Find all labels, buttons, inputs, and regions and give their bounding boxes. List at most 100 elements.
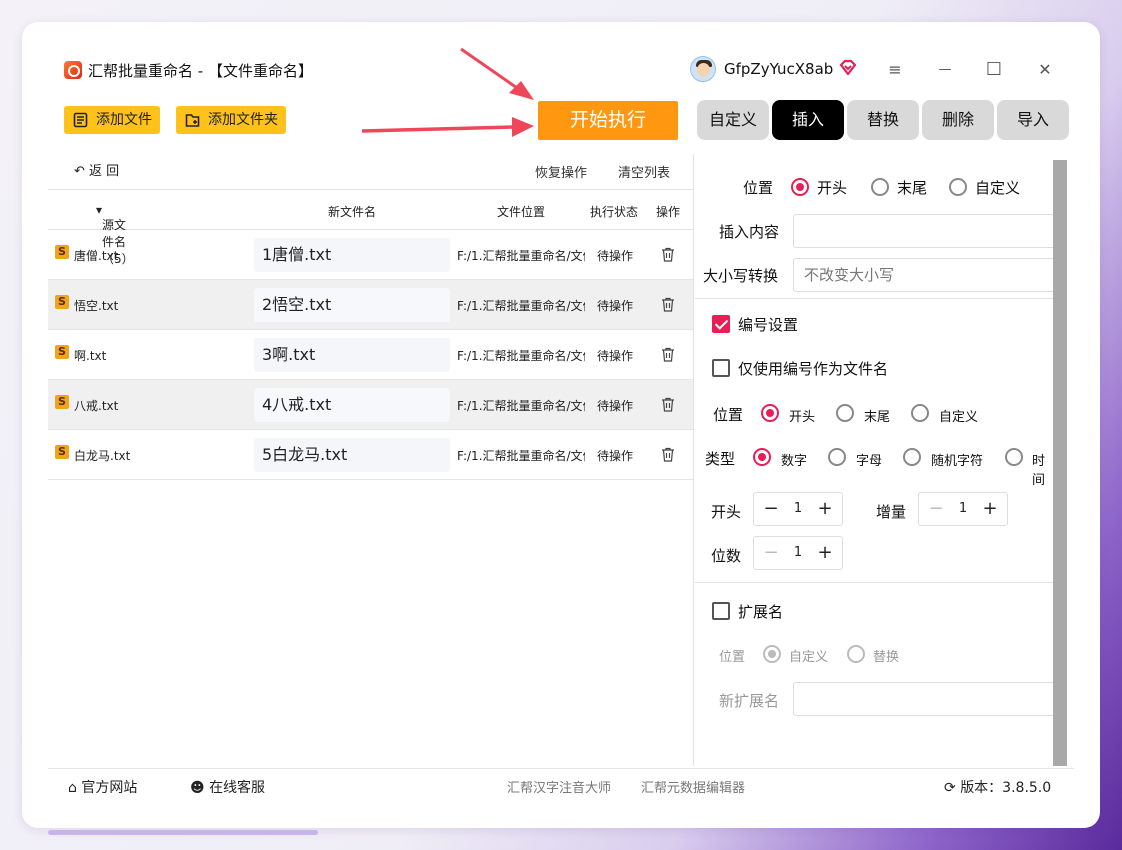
clear-list-button[interactable]: 清空列表 [618,162,670,181]
username[interactable]: GfpZyYucX8ab [724,60,833,78]
official-site-link[interactable]: ⌂ 官方网站 [68,777,137,797]
source-name: 白龙马.txt [74,449,131,463]
tab-insert[interactable]: 插入 [772,100,844,140]
trash-icon[interactable] [661,347,675,362]
type-time-label: 时间 [1032,454,1046,488]
increment-label: 增量 [876,503,907,521]
table-row[interactable]: S 唐僧.txt 1唐僧.txt F:/1.汇帮批量重命名/文件 待操作 [48,230,693,280]
new-ext-input[interactable] [793,682,1053,716]
section-divider [695,582,1053,583]
minus-icon[interactable]: − [759,497,783,521]
insert-pos-end-radio[interactable] [871,178,889,196]
table-row[interactable]: S 啊.txt 3啊.txt F:/1.汇帮批量重命名/文件 待操作 [48,330,693,380]
num-pos-custom-radio[interactable] [911,404,929,422]
insert-pos-start-label: 开头 [817,179,848,197]
avatar[interactable] [690,56,716,82]
insert-pos-end-label: 末尾 [897,179,928,197]
minus-icon[interactable]: − [759,541,783,565]
numbering-checkbox[interactable] [712,315,730,333]
start-button[interactable]: 开始执行 [538,101,678,140]
tool-metadata-link[interactable]: 汇帮元数据编辑器 [641,777,745,796]
back-button[interactable]: ↶ 返 回 [74,160,119,179]
type-label: 类型 [705,450,736,468]
titlebar: 汇帮批量重命名 - 【文件重命名】 GfpZyYucX8ab ≡ — ☐ ✕ [48,46,1074,96]
panel-scrollbar[interactable] [1053,160,1067,766]
source-name: 八戒.txt [74,399,119,413]
insert-pos-custom-radio[interactable] [949,178,967,196]
back-label: 返 回 [89,164,120,179]
table-row[interactable]: S 悟空.txt 2悟空.txt F:/1.汇帮批量重命名/文件 待操作 [48,280,693,330]
digits-label: 位数 [711,547,742,565]
extension-checkbox[interactable] [712,602,730,620]
text-file-icon: S [55,445,69,459]
type-random-label: 随机字符 [931,454,984,469]
plus-icon[interactable]: + [813,541,837,565]
type-time-radio[interactable] [1005,448,1023,466]
restore-button[interactable]: 恢复操作 [535,162,587,181]
type-letter-radio[interactable] [828,448,846,466]
new-name-field[interactable]: 5白龙马.txt [254,438,450,472]
number-only-checkbox[interactable] [712,359,730,377]
tab-replace[interactable]: 替换 [847,100,919,140]
insert-pos-start-radio[interactable] [791,178,809,196]
app-logo-icon [64,61,82,79]
plus-icon[interactable]: + [978,497,1002,521]
tool-pinyin-link[interactable]: 汇帮汉字注音大师 [507,777,611,796]
digits-stepper[interactable]: − 1 + [753,536,843,570]
insert-content-input[interactable] [793,214,1053,248]
minus-icon[interactable]: − [924,497,948,521]
num-pos-start-radio[interactable] [761,404,779,422]
type-random-radio[interactable] [903,448,921,466]
close-button[interactable]: ✕ [1030,56,1060,84]
trash-icon[interactable] [661,297,675,312]
maximize-button[interactable]: ☐ [979,56,1009,84]
status: 待操作 [597,399,634,413]
source-name: 啊.txt [74,349,107,363]
start-value[interactable]: 1 [784,501,812,516]
new-name-field[interactable]: 1唐僧.txt [254,238,450,272]
trash-icon[interactable] [661,247,675,262]
extension-label: 扩展名 [738,603,784,621]
tab-delete[interactable]: 删除 [922,100,994,140]
numbering-label: 编号设置 [738,316,799,334]
add-folder-button[interactable]: 添加文件夹 [176,106,286,134]
type-digit-label: 数字 [781,454,808,469]
insert-position-label: 位置 [743,179,774,197]
tab-import[interactable]: 导入 [997,100,1069,140]
ext-pos-custom-label: 自定义 [789,650,829,665]
increment-stepper[interactable]: − 1 + [918,492,1008,526]
start-label: 开头 [711,503,742,521]
ext-pos-replace-radio[interactable] [847,645,865,663]
start-stepper[interactable]: − 1 + [753,492,843,526]
digits-value[interactable]: 1 [784,545,812,560]
menu-icon[interactable]: ≡ [880,56,910,84]
add-file-button[interactable]: 添加文件 [64,106,160,134]
panel-divider [693,154,694,766]
case-select[interactable]: 不改变大小写 ⌄ [793,258,1053,292]
file-location: F:/1.汇帮批量重命名/文件 [457,249,585,263]
num-pos-end-radio[interactable] [836,404,854,422]
increment-value[interactable]: 1 [949,501,977,516]
ext-pos-custom-radio[interactable] [763,645,781,663]
file-location: F:/1.汇帮批量重命名/文件 [457,399,585,413]
text-file-icon: S [55,295,69,309]
col-source[interactable]: ▾ 源文件名（5） [96,203,134,266]
new-name-field[interactable]: 4八戒.txt [254,388,450,422]
version-info[interactable]: ⟳ 版本：3.8.5.0 [944,777,1051,797]
trash-icon[interactable] [661,447,675,462]
new-name-field[interactable]: 3啊.txt [254,338,450,372]
add-file-label: 添加文件 [96,112,152,128]
trash-icon[interactable] [661,397,675,412]
status: 待操作 [597,249,634,263]
type-digit-radio[interactable] [753,448,771,466]
tab-custom[interactable]: 自定义 [697,100,769,140]
online-service-link[interactable]: ☻ 在线客服 [190,777,265,797]
plus-icon[interactable]: + [813,497,837,521]
new-name-field[interactable]: 2悟空.txt [254,288,450,322]
table-row[interactable]: S 八戒.txt 4八戒.txt F:/1.汇帮批量重命名/文件 待操作 [48,380,693,430]
insert-pos-custom-label: 自定义 [975,179,1021,197]
case-label: 大小写转换 [703,267,779,285]
table-row[interactable]: S 白龙马.txt 5白龙马.txt F:/1.汇帮批量重命名/文件 待操作 [48,430,693,480]
numbering-position-label: 位置 [713,406,744,424]
minimize-button[interactable]: — [930,56,960,84]
